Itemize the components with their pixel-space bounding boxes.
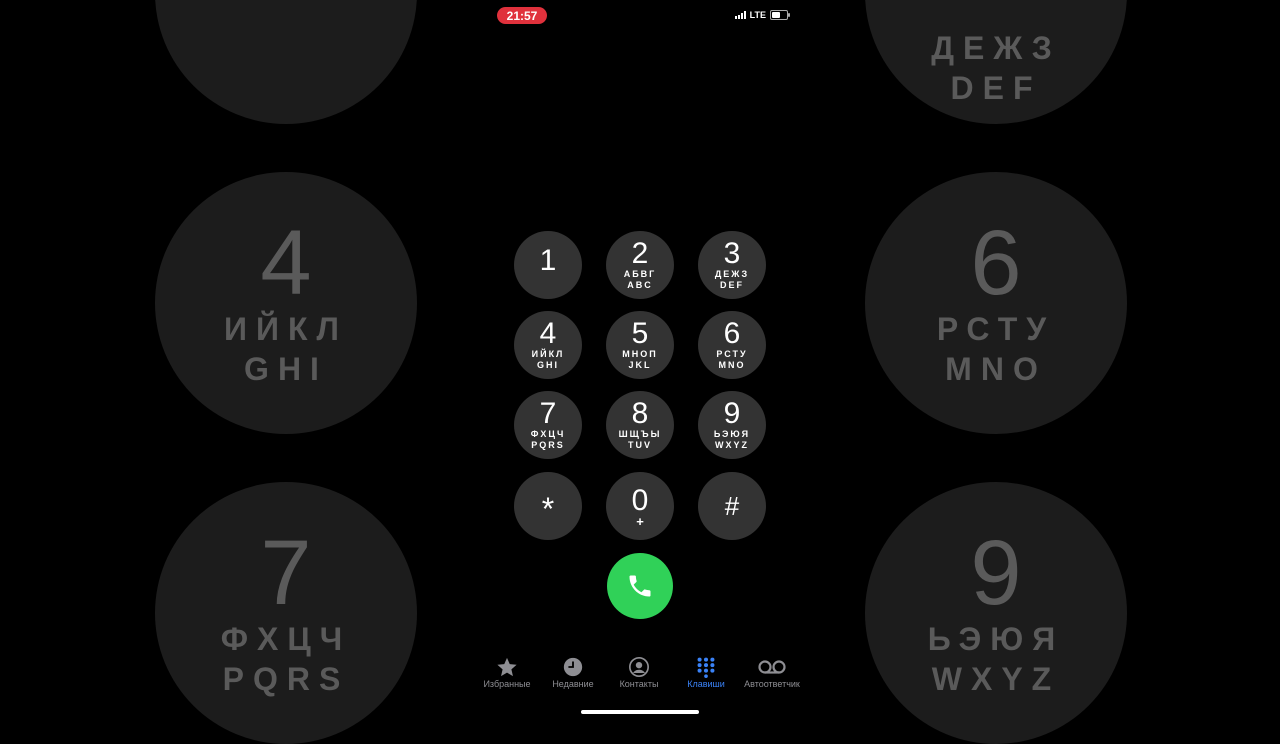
key-digit: 2 (631, 237, 649, 270)
key-letters-ru: РСТУ (716, 349, 748, 359)
bg-key-letters-en: GHI (244, 351, 328, 387)
person-circle-icon (629, 657, 649, 677)
key-digit: 1 (539, 244, 557, 277)
key-3[interactable]: 3 ДЕЖЗ DEF (698, 231, 766, 299)
bg-key-letters-ru: ДЕЖЗ (931, 30, 1061, 66)
key-digit: 6 (723, 317, 741, 350)
key-digit: # (724, 491, 740, 521)
key-digit: 9 (723, 397, 741, 430)
bg-key-letters-en: DEF (950, 70, 1042, 106)
key-digit: 5 (631, 317, 649, 350)
key-hash[interactable]: # (698, 472, 766, 540)
key-star[interactable]: * (514, 472, 582, 540)
tab-label: Автоответчик (744, 679, 800, 689)
bg-key-letters-ru: РСТУ (936, 311, 1056, 347)
tab-recents[interactable]: Недавние (538, 655, 608, 689)
bg-key-digit: 6 (970, 212, 1022, 314)
key-letters-en: GHI (536, 360, 559, 370)
key-letters-ru: ШЩЪЫ (618, 429, 662, 439)
bg-key-letters-ru: ЬЭЮЯ (927, 621, 1065, 657)
tab-voicemail[interactable]: Автоответчик (737, 655, 807, 689)
key-digit: 0 (631, 483, 649, 517)
key-letters-ru: АБВГ (623, 269, 657, 279)
tab-label: Недавние (552, 679, 594, 689)
status-indicators: LTE (734, 10, 790, 20)
bg-key-letters-ru: ФХЦЧ (220, 621, 352, 657)
key-1[interactable]: 1 (514, 231, 582, 299)
bg-key-6: 6 РСТУ MNO (865, 172, 1127, 434)
bg-key-2 (155, 0, 417, 124)
key-digit: 7 (539, 397, 557, 430)
key-letters-en: WXYZ (715, 440, 749, 450)
home-indicator[interactable] (581, 710, 699, 714)
bg-key-letters-en: WXYZ (931, 661, 1061, 697)
key-0[interactable]: 0 + (606, 472, 674, 540)
bg-key-letters-ru: ИЙКЛ (224, 311, 348, 347)
key-letters-en: MNO (718, 360, 746, 370)
key-5[interactable]: 5 МНОП JKL (606, 311, 674, 379)
network-type: LTE (749, 10, 766, 20)
key-6[interactable]: 6 РСТУ MNO (698, 311, 766, 379)
key-digit: * (541, 491, 555, 527)
bg-key-3: ДЕЖЗ DEF (865, 0, 1127, 124)
key-letters-ru: ЬЭЮЯ (713, 429, 751, 439)
key-4[interactable]: 4 ИЙКЛ GHI (514, 311, 582, 379)
bg-key-digit: 9 (970, 522, 1022, 624)
phone-icon (629, 575, 651, 597)
status-time[interactable]: 21:57 (497, 7, 547, 24)
key-letters-ru: ДЕЖЗ (714, 269, 750, 279)
bg-key-digit: 4 (260, 212, 312, 314)
call-button[interactable] (607, 553, 673, 619)
key-letters-en: TUV (628, 440, 652, 450)
clock-icon (563, 657, 583, 677)
key-digit: 8 (631, 397, 649, 430)
key-8[interactable]: 8 ШЩЪЫ TUV (606, 391, 674, 459)
key-7[interactable]: 7 ФХЦЧ PQRS (514, 391, 582, 459)
bg-key-letters-en: PQRS (222, 661, 350, 697)
key-letters-en: JKL (628, 360, 652, 370)
key-digit: 4 (539, 317, 557, 350)
tab-contacts[interactable]: Контакты (604, 655, 674, 689)
key-letters-ru: ФХЦЧ (530, 429, 566, 439)
key-2[interactable]: 2 АБВГ ABC (606, 231, 674, 299)
tab-label: Избранные (483, 679, 531, 689)
tab-label: Контакты (619, 679, 659, 689)
bg-key-9: 9 ЬЭЮЯ WXYZ (865, 482, 1127, 744)
key-9[interactable]: 9 ЬЭЮЯ WXYZ (698, 391, 766, 459)
key-plus: + (636, 513, 644, 529)
star-icon (497, 657, 517, 677)
keypad-icon (697, 657, 715, 678)
bg-key-digit: 7 (260, 522, 312, 624)
key-letters-en: DEF (720, 280, 744, 290)
tab-bar: Избранные Недавние Контакты Клавиши Авто… (480, 655, 800, 695)
bg-key-7: 7 ФХЦЧ PQRS (155, 482, 417, 744)
voicemail-icon (758, 660, 786, 674)
signal-icon (734, 11, 746, 19)
phone-screen: 21:57 LTE 1 2 АБВГ ABC 3 ДЕЖЗ DEF 4 ИЙКЛ… (480, 0, 800, 720)
tab-keypad[interactable]: Клавиши (671, 655, 741, 689)
tab-label: Клавиши (687, 679, 725, 689)
battery-icon (770, 10, 790, 20)
tab-favorites[interactable]: Избранные (472, 655, 542, 689)
key-letters-ru: ИЙКЛ (531, 349, 565, 359)
bg-key-letters-en: MNO (945, 351, 1047, 387)
bg-key-4: 4 ИЙКЛ GHI (155, 172, 417, 434)
key-digit: 3 (723, 237, 741, 270)
key-letters-ru: МНОП (622, 349, 658, 359)
key-letters-en: ABC (627, 280, 653, 290)
key-letters-en: PQRS (531, 440, 565, 450)
